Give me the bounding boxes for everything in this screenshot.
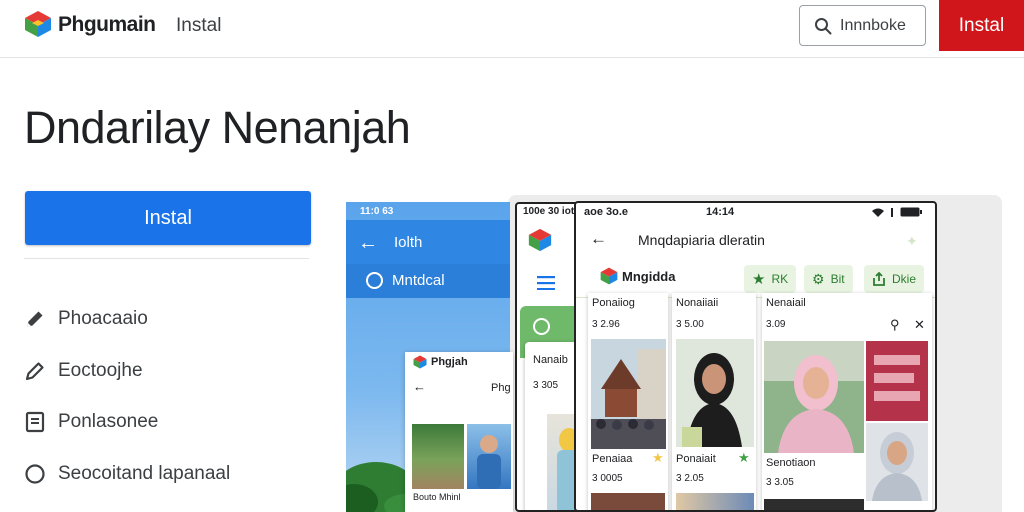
chip-share[interactable]: Dkie <box>864 265 925 293</box>
status-bar-left: aoe 3o.e <box>584 206 629 218</box>
card-count: 3.09 <box>766 319 786 330</box>
phone-mockup-middle: 100e 30 iote Nanaib 3 305 <box>515 202 583 512</box>
card-name: Penaiaa <box>592 453 633 465</box>
side-item-label: Ponlasonee <box>58 411 159 432</box>
chip-label: Dkie <box>892 272 917 286</box>
chip-label: RK <box>771 272 789 286</box>
back-arrow-icon[interactable]: ← <box>358 232 378 255</box>
card-name: Ponaiait <box>676 453 716 465</box>
card-count: 3 5.00 <box>676 319 704 330</box>
menu-icon[interactable] <box>537 276 555 290</box>
photo-thumbnail[interactable] <box>591 339 666 449</box>
status-bar-time: 100e 30 iote <box>523 206 580 217</box>
battery-icon <box>900 207 922 217</box>
app-bar-title: Iolth <box>394 234 423 251</box>
search-button-label: Innnboke <box>840 16 906 34</box>
brand-name[interactable]: Phgumain <box>58 13 156 37</box>
photo-thumbnail[interactable] <box>412 424 464 489</box>
card-count: 3 305 <box>533 380 559 391</box>
page-title: Dndarilay Nenanjah <box>24 102 411 153</box>
install-button[interactable]: Instal <box>25 191 311 245</box>
app-logo-icon <box>528 228 552 252</box>
card-count: 3 2.96 <box>592 319 620 330</box>
app-brand: Mngidda <box>622 269 676 284</box>
card-name: Nenaiail <box>766 297 806 309</box>
app-logo-icon <box>413 355 427 369</box>
phone-mockup-front: aoe 3o.e 14:14 ← Mnqdapiaria dleratin ✦ … <box>574 201 937 512</box>
close-icon[interactable]: ✕ <box>914 317 925 333</box>
app-bar: ← Iolth <box>346 220 510 264</box>
app-logo-icon <box>25 11 51 37</box>
card-name: Senotiaon <box>766 457 816 469</box>
content-card[interactable]: Ponaiiog 3 2.96 Penaiaa ★ 3 0005 <box>588 293 668 510</box>
content-card[interactable]: Nonaiiaii 3 5.00 Ponaiait ★ 3 2.05 <box>672 293 756 510</box>
header-install-button[interactable]: Instal <box>939 0 1024 51</box>
card-name: Nanaib <box>533 354 568 366</box>
card-count: 3 0005 <box>592 473 623 484</box>
mini-footer: Bouto Mhinl <box>413 492 461 502</box>
photo-thumbnail[interactable] <box>764 499 864 510</box>
circle-icon <box>25 464 45 484</box>
star-icon: ★ <box>738 450 750 465</box>
side-item-label: Seocoitand lapanaal <box>58 463 231 484</box>
document-icon <box>25 411 45 433</box>
nav-install-link[interactable]: Instal <box>176 15 221 37</box>
wifi-icon <box>872 208 884 217</box>
side-item-2[interactable]: Eoctoojhe <box>24 360 143 382</box>
edit-icon <box>25 362 44 381</box>
back-arrow-icon[interactable]: ← <box>590 229 607 249</box>
status-bar-time: 11:0 63 <box>360 206 394 217</box>
clock-icon <box>366 272 383 289</box>
back-arrow-icon[interactable]: ← <box>413 379 426 394</box>
card-name: Nonaiiaii <box>676 297 719 309</box>
mini-brand: Phgjah <box>431 356 468 368</box>
chip-settings[interactable]: ⚙ Bit <box>804 265 853 293</box>
card-count: 3 3.05 <box>766 477 794 488</box>
tab-label: Mntdcal <box>392 272 445 289</box>
side-item-1[interactable]: Phoacaaio <box>24 308 148 330</box>
search-icon <box>815 17 832 34</box>
top-bar: Phgumain Instal Innnboke Instal <box>0 0 1024 58</box>
app-logo-icon <box>600 267 618 285</box>
photo-thumbnail[interactable] <box>866 423 928 501</box>
pencil-icon <box>27 311 43 327</box>
search-button[interactable]: Innnboke <box>799 5 926 46</box>
status-bar-time: 14:14 <box>706 206 735 218</box>
photo-thumbnail[interactable] <box>467 424 511 489</box>
card-name: Ponaiiog <box>592 297 635 309</box>
mini-label: Phg <box>491 382 511 394</box>
status-icons <box>872 207 922 217</box>
photo-thumbnail[interactable] <box>676 493 754 510</box>
pin-icon[interactable]: ✦ <box>906 233 918 250</box>
star-icon: ★ <box>652 450 664 465</box>
photo-thumbnail[interactable] <box>676 339 754 447</box>
side-item-label: Phoacaaio <box>58 308 148 329</box>
card-count: 3 2.05 <box>676 473 704 484</box>
share-icon <box>873 272 885 286</box>
photo-thumbnail[interactable] <box>764 341 864 453</box>
side-item-3[interactable]: Ponlasonee <box>24 411 158 433</box>
photo-thumbnail[interactable] <box>591 493 665 510</box>
app-bar-title: Mnqdapiaria dleratin <box>638 232 765 248</box>
clock-icon <box>533 318 550 335</box>
search-icon[interactable]: ⚲ <box>890 317 900 333</box>
signal-icon <box>891 207 893 217</box>
content-card[interactable]: Nenaiail 3.09 ⚲ ✕ Senotiaon 3 3.05 <box>762 293 932 510</box>
chip-label: Bit <box>830 272 845 286</box>
divider <box>24 258 309 259</box>
tab-bar[interactable]: Mntdcal <box>346 264 510 298</box>
side-item-4[interactable]: Seocoitand lapanaal <box>24 463 230 485</box>
side-item-label: Eoctoojhe <box>58 360 143 381</box>
mini-app-card: Phgjah ← Phg Bouto Mhinl <box>405 352 513 512</box>
photo-thumbnail[interactable] <box>866 341 928 421</box>
chip-rating[interactable]: ★ RK <box>744 265 797 293</box>
settings-icon: ⚙ <box>812 270 825 287</box>
star-icon: ★ <box>752 271 766 288</box>
